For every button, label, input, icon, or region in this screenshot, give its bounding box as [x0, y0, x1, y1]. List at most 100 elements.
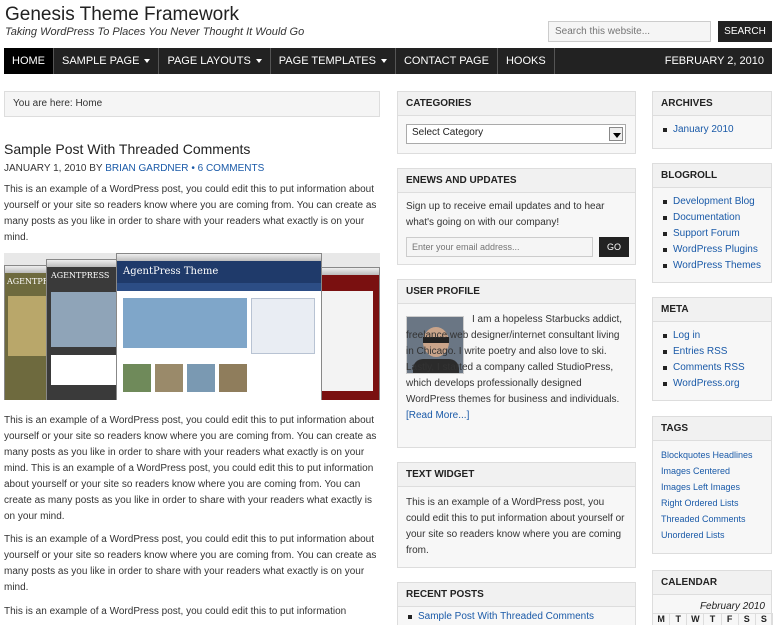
tag-link[interactable]: Threaded Comments — [661, 511, 763, 527]
archives-list: January 2010 — [653, 116, 771, 144]
breadcrumb: You are here: Home — [4, 91, 380, 117]
nav-label: PAGE LAYOUTS — [167, 55, 251, 67]
nav-label: HOME — [12, 55, 45, 67]
profile-bio: I am a hopeless Starbucks addict, freela… — [406, 314, 623, 405]
meta-link[interactable]: Log in — [661, 328, 763, 344]
window-left: AGENTPRESS — [46, 259, 126, 400]
category-select[interactable]: Select Category — [406, 124, 626, 144]
categories-widget: CATEGORIES Select Category — [397, 91, 636, 154]
weekday: W — [687, 613, 705, 625]
profile-text: I am a hopeless Starbucks addict, freela… — [406, 312, 628, 424]
widget-title: RECENT POSTS — [398, 583, 635, 607]
theme-screenshot-image: AGENTPRESS AGENTPRESS AgentPress Theme — [4, 253, 380, 400]
recent-posts-widget: RECENT POSTS Sample Post With Threaded C… — [397, 582, 636, 625]
house-photo — [51, 292, 121, 347]
widget-title: TAGS — [653, 417, 771, 441]
tag-link[interactable]: Images Centered — [661, 463, 763, 479]
enews-widget: ENEWS AND UPDATES Sign up to receive ema… — [397, 168, 636, 265]
window-bar — [117, 254, 321, 261]
window-brand: AGENTPRESS — [51, 271, 110, 280]
nav-page-layouts[interactable]: PAGE LAYOUTS — [159, 48, 271, 74]
caret-down-icon — [144, 59, 151, 64]
tag-cloud: Blockquotes Headlines Images Centered Im… — [653, 441, 771, 549]
user-profile-widget: USER PROFILE I am a hopeless Starbucks a… — [397, 279, 636, 448]
widget-title: CALENDAR — [653, 571, 771, 595]
window-center: AgentPress Theme — [116, 253, 322, 400]
widget-title: ENEWS AND UPDATES — [398, 169, 635, 193]
house-thumb — [123, 364, 151, 392]
blogroll-link[interactable]: Documentation — [661, 210, 763, 226]
main-nav: HOME SAMPLE PAGE PAGE LAYOUTS PAGE TEMPL… — [4, 48, 772, 74]
recent-posts-list: Sample Post With Threaded Comments — [398, 607, 635, 625]
widget-title: USER PROFILE — [398, 280, 635, 304]
nav-hooks[interactable]: HOOKS — [498, 48, 555, 74]
nav-label: PAGE TEMPLATES — [278, 55, 376, 67]
house-thumb — [219, 364, 247, 392]
post-paragraph: This is an example of a WordPress post, … — [4, 184, 377, 243]
chevron-down-icon[interactable] — [609, 127, 623, 141]
house-photo — [123, 298, 247, 348]
tag-link[interactable]: Right Ordered Lists — [661, 495, 763, 511]
nav-sample-page[interactable]: SAMPLE PAGE — [54, 48, 160, 74]
window-bar — [47, 260, 125, 267]
meta-separator: • — [191, 163, 195, 174]
nav-label: CONTACT PAGE — [403, 55, 489, 67]
calendar-widget: CALENDAR February 2010 M T W T F S S — [652, 570, 773, 625]
tags-widget: TAGS Blockquotes Headlines Images Center… — [652, 416, 772, 554]
nav-label: SAMPLE PAGE — [62, 55, 140, 67]
post-paragraph: This is an example of a WordPress post, … — [4, 534, 377, 593]
house-thumb — [187, 364, 215, 392]
search-input[interactable] — [548, 21, 711, 42]
weekday: S — [738, 613, 756, 625]
enews-text: Sign up to receive email updates and to … — [406, 201, 605, 228]
post-comments-link[interactable]: 6 COMMENTS — [198, 163, 265, 174]
subscribe-button[interactable]: GO — [599, 237, 629, 257]
post-author-link[interactable]: BRIAN GARDNER — [105, 163, 188, 174]
blogroll-widget: BLOGROLL Development Blog Documentation … — [652, 163, 772, 283]
meta-widget: META Log in Entries RSS Comments RSS Wor… — [652, 297, 772, 401]
site-title[interactable]: Genesis Theme Framework — [5, 4, 239, 26]
property-search-box — [251, 298, 315, 354]
calendar-weekdays: M T W T F S S — [653, 613, 773, 625]
nav-page-templates[interactable]: PAGE TEMPLATES — [271, 48, 396, 74]
widget-title: ARCHIVES — [653, 92, 771, 116]
caret-down-icon — [380, 59, 387, 64]
nav-contact-page[interactable]: CONTACT PAGE — [396, 48, 498, 74]
tag-link[interactable]: Images Left Images — [661, 479, 763, 495]
nav-date: FEBRUARY 2, 2010 — [664, 55, 764, 67]
calendar-month: February 2010 — [699, 601, 765, 612]
widget-title: META — [653, 298, 771, 322]
text-widget-body: This is an example of a WordPress post, … — [406, 497, 625, 556]
weekday: T — [704, 613, 722, 625]
archive-link[interactable]: January 2010 — [661, 122, 763, 138]
select-value: Select Category — [412, 127, 484, 138]
blogroll-link[interactable]: WordPress Plugins — [661, 242, 763, 258]
recent-post-link[interactable]: Sample Post With Threaded Comments — [406, 609, 627, 625]
weekday: T — [670, 613, 688, 625]
meta-link[interactable]: WordPress.org — [661, 376, 763, 392]
blogroll-list: Development Blog Documentation Support F… — [653, 188, 771, 280]
read-more-link[interactable]: [Read More...] — [406, 410, 469, 421]
blogroll-link[interactable]: Development Blog — [661, 194, 763, 210]
archives-widget: ARCHIVES January 2010 — [652, 91, 772, 149]
post-meta: JANUARY 1, 2010 BY BRIAN GARDNER • 6 COM… — [4, 163, 264, 174]
search-button[interactable]: SEARCH — [718, 21, 772, 42]
tag-link[interactable]: Blockquotes Headlines — [661, 447, 763, 463]
post-paragraph: This is an example of a WordPress post, … — [4, 415, 377, 522]
widget-title: BLOGROLL — [653, 164, 771, 188]
email-field[interactable] — [406, 237, 593, 257]
blogroll-link[interactable]: Support Forum — [661, 226, 763, 242]
site-description: Taking WordPress To Places You Never Tho… — [5, 26, 305, 38]
weekday: F — [721, 613, 739, 625]
weekday: S — [755, 613, 773, 625]
post-date: JANUARY 1, 2010 BY — [4, 163, 103, 174]
meta-link[interactable]: Entries RSS — [661, 344, 763, 360]
blogroll-link[interactable]: WordPress Themes — [661, 258, 763, 274]
meta-link[interactable]: Comments RSS — [661, 360, 763, 376]
post-title[interactable]: Sample Post With Threaded Comments — [4, 141, 250, 157]
tag-link[interactable]: Unordered Lists — [661, 527, 763, 543]
text-widget: TEXT WIDGET This is an example of a Word… — [397, 462, 636, 568]
nav-home[interactable]: HOME — [4, 48, 54, 74]
caret-down-icon — [255, 59, 262, 64]
window-brand: AgentPress Theme — [117, 261, 321, 283]
